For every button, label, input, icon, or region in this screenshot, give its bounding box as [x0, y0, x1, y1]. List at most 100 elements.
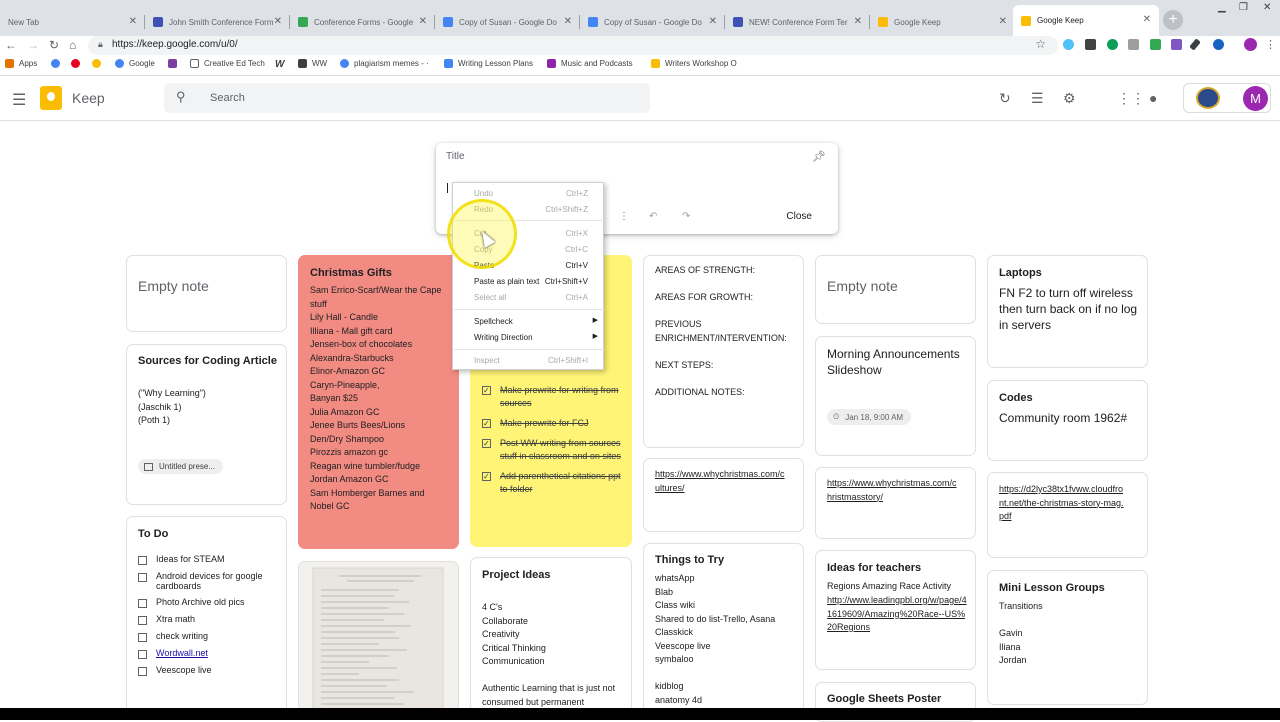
close-tab-icon[interactable]: ✕: [274, 16, 282, 27]
browser-tab[interactable]: Copy of Susan - Google Do ✕: [580, 8, 725, 36]
menu-item-paste-plain-text[interactable]: Paste as plain text Ctrl+Shift+V: [474, 277, 604, 286]
notifications-icon[interactable]: ●: [1149, 90, 1157, 106]
bookmark-star-icon[interactable]: ☆: [1035, 37, 1046, 51]
menu-item-spellcheck[interactable]: Spellcheck ▶: [474, 317, 604, 326]
checklist-item[interactable]: Wordwall.net: [138, 648, 283, 659]
note-card-christmas-gifts[interactable]: Christmas Gifts Sam Errico-Scarf/Wear th…: [298, 255, 459, 549]
browser-tab[interactable]: Google Keep ✕: [870, 8, 1015, 36]
checkbox[interactable]: [138, 573, 147, 582]
note-card-project-ideas[interactable]: Project Ideas 4 C's Collaborate Creativi…: [470, 557, 632, 712]
note-card-morning-announcements[interactable]: Morning Announcements Slideshow ⏲ Jan 18,…: [815, 336, 976, 456]
checklist-item-checked[interactable]: Make prewrite for writing from sources: [482, 384, 624, 410]
checkbox-checked-icon[interactable]: [482, 417, 491, 430]
bookmark-writing-lesson-plans[interactable]: Writing Lesson Plans: [444, 59, 533, 68]
checkbox[interactable]: [138, 556, 147, 565]
undo-icon[interactable]: ↶: [649, 211, 657, 222]
empty-note-card[interactable]: Empty note: [126, 255, 287, 332]
browser-tab[interactable]: Copy of Susan - Google Do ✕: [435, 8, 580, 36]
note-link[interactable]: https://www.whychristmas.com/cultures/: [655, 468, 785, 495]
minimize-icon[interactable]: ▁: [1218, 2, 1226, 13]
pin-icon[interactable]: 📌︎: [812, 150, 826, 163]
bookmark-pinterest[interactable]: [71, 59, 85, 68]
checkbox-checked-icon[interactable]: [482, 470, 491, 483]
close-button[interactable]: Close: [786, 211, 812, 222]
checklist-item[interactable]: Android devices for google cardboards: [138, 571, 283, 591]
close-tab-icon[interactable]: ✕: [419, 16, 427, 27]
redo-icon[interactable]: ↷: [682, 211, 690, 222]
menu-item-writing-direction[interactable]: Writing Direction ▶: [474, 333, 604, 342]
note-card-link[interactable]: https://d2lyc38tx1fvww.cloudfront.net/th…: [987, 472, 1148, 558]
browser-tab[interactable]: John Smith Conference Form ✕: [145, 8, 290, 36]
menu-item-inspect[interactable]: Inspect Ctrl+Shift+I: [474, 356, 604, 365]
note-card-mini-lesson-groups[interactable]: Mini Lesson Groups Transitions Gavin Ili…: [987, 570, 1148, 705]
note-link[interactable]: https://www.whychristmas.com/christmasst…: [827, 477, 957, 504]
settings-gear-icon[interactable]: ⚙: [1063, 90, 1076, 107]
bookmark-music-podcasts[interactable]: Music and Podcasts: [547, 59, 633, 68]
back-icon[interactable]: ←: [5, 38, 17, 52]
extension-icon[interactable]: [1063, 39, 1074, 50]
extension-icon[interactable]: [1213, 39, 1224, 50]
empty-note-card[interactable]: Empty note: [815, 255, 976, 324]
note-card-laptops[interactable]: Laptops FN F2 to turn off wireless then …: [987, 255, 1148, 368]
browser-tab[interactable]: NEW! Conference Form Ter ✕: [725, 8, 870, 36]
note-card-link[interactable]: https://www.whychristmas.com/christmasst…: [815, 467, 976, 539]
checkbox-checked-icon[interactable]: [482, 437, 491, 450]
profile-icon[interactable]: [1244, 38, 1257, 51]
checkbox[interactable]: [138, 667, 147, 676]
bookmark-chrome[interactable]: [92, 59, 106, 68]
checklist-item[interactable]: Xtra math: [138, 614, 283, 625]
bookmark-apps[interactable]: Apps: [5, 59, 37, 68]
close-window-icon[interactable]: ✕: [1263, 2, 1271, 13]
extension-icon[interactable]: [1171, 39, 1182, 50]
close-tab-icon[interactable]: ✕: [1143, 14, 1151, 25]
note-link[interactable]: http://www.leadingpbl.org/w/page/4161960…: [827, 594, 967, 635]
checklist-item[interactable]: check writing: [138, 631, 283, 642]
bookmark-purple[interactable]: [168, 59, 182, 68]
note-card-link[interactable]: https://www.whychristmas.com/cultures/: [643, 458, 804, 532]
reminder-chip[interactable]: ⏲ Jan 18, 9:00 AM: [827, 409, 912, 425]
forward-icon[interactable]: →: [27, 38, 39, 52]
browser-tab[interactable]: New Tab ✕: [0, 8, 145, 36]
extension-icon[interactable]: [1150, 39, 1161, 50]
checklist-item[interactable]: Veescope live: [138, 665, 283, 676]
bookmark-wikipedia[interactable]: W: [275, 59, 284, 70]
checklist-item-checked[interactable]: Post WW writing from sources stuff in cl…: [482, 437, 624, 463]
note-card-codes[interactable]: Codes Community room 1962#: [987, 380, 1148, 461]
attached-slides-chip[interactable]: Untitled prese...: [138, 459, 224, 474]
menu-item-select-all[interactable]: Select all Ctrl+A: [474, 293, 604, 302]
keep-logo-icon[interactable]: [40, 86, 62, 110]
close-tab-icon[interactable]: ✕: [709, 16, 717, 27]
google-apps-icon[interactable]: ⋮⋮: [1117, 90, 1145, 107]
search-icon[interactable]: ⚲: [176, 89, 186, 105]
omnibox[interactable]: 🔒︎ https://keep.google.com/u/0/ ☆: [88, 36, 1058, 55]
chrome-menu-icon[interactable]: ⋮: [1265, 38, 1276, 51]
list-view-icon[interactable]: ☰: [1031, 90, 1044, 107]
cast-icon[interactable]: [1128, 39, 1139, 50]
bookmark-writers-workshop[interactable]: Writers Workshop O: [651, 59, 737, 68]
extension-icon[interactable]: [1107, 39, 1118, 50]
close-tab-icon[interactable]: ✕: [854, 16, 862, 27]
note-card-coding-sources[interactable]: Sources for Coding Article ("Why Learnin…: [126, 344, 287, 505]
bookmark-creative-ed-tech[interactable]: Creative Ed Tech: [190, 59, 265, 68]
home-icon[interactable]: ⌂: [69, 38, 76, 52]
note-link[interactable]: https://d2lyc38tx1fvww.cloudfront.net/th…: [999, 483, 1124, 524]
refresh-icon[interactable]: ↻: [999, 90, 1011, 107]
checklist-item-checked[interactable]: Add parenthetical citations ppt to folde…: [482, 470, 624, 496]
more-options-icon[interactable]: ⋮: [619, 211, 629, 222]
checklist-item[interactable]: Photo Archive old pics: [138, 597, 283, 608]
note-card-todo[interactable]: To Do Ideas for STEAM Android devices fo…: [126, 516, 287, 716]
checklist-item-checked[interactable]: Make prewrite for FCJ: [482, 417, 624, 430]
bookmark-plagiarism-memes[interactable]: plagiarism memes - ·: [340, 59, 429, 68]
avatar[interactable]: M: [1243, 86, 1268, 111]
checklist-item[interactable]: Ideas for STEAM: [138, 554, 283, 565]
note-card-conference-template[interactable]: AREAS OF STRENGTH: AREAS FOR GROWTH: PRE…: [643, 255, 804, 448]
note-card-ideas-for-teachers[interactable]: Ideas for teachers Regions Amazing Race …: [815, 550, 976, 670]
note-title-input[interactable]: Title: [446, 151, 465, 162]
link[interactable]: Wordwall.net: [156, 648, 208, 658]
close-tab-icon[interactable]: ✕: [564, 16, 572, 27]
checkbox[interactable]: [138, 599, 147, 608]
checkbox[interactable]: [138, 616, 147, 625]
checkbox-checked-icon[interactable]: [482, 384, 491, 397]
reload-icon[interactable]: ↻: [49, 38, 59, 52]
maximize-icon[interactable]: ❐: [1239, 2, 1248, 13]
